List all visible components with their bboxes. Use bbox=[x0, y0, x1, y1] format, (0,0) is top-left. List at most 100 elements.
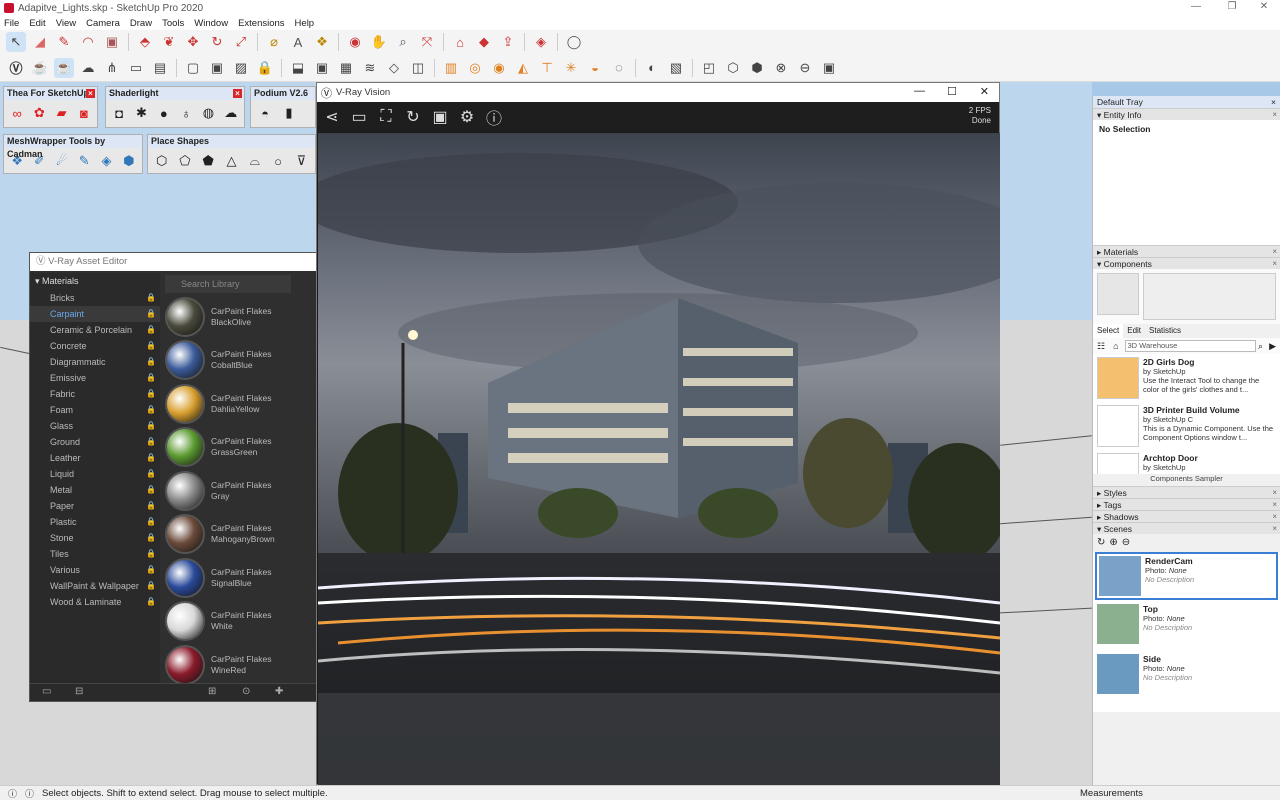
light-gen-icon[interactable]: ◌ bbox=[609, 58, 629, 78]
info-icon[interactable]: ⓘ bbox=[25, 787, 34, 800]
tab-statistics[interactable]: Statistics bbox=[1145, 324, 1185, 338]
fit-view-icon[interactable]: ⛶ bbox=[375, 106, 397, 128]
cloud-render-icon[interactable]: ☁ bbox=[78, 58, 98, 78]
maximize-button[interactable]: ☐ bbox=[947, 85, 957, 98]
components-sampler[interactable]: Components Sampler bbox=[1093, 474, 1280, 486]
rotate-tool-icon[interactable]: ↻ bbox=[207, 32, 227, 52]
menu-help[interactable]: Help bbox=[295, 18, 315, 29]
menu-window[interactable]: Window bbox=[194, 18, 228, 29]
material-item[interactable]: CarPaint Flakes GrassGreen bbox=[163, 426, 293, 470]
warehouse-icon[interactable]: ⌂ bbox=[450, 32, 470, 52]
light-bulb-icon[interactable]: ♁ bbox=[177, 103, 195, 123]
close-button[interactable]: ✕ bbox=[1248, 0, 1280, 14]
mesh-brush-icon[interactable]: ✎ bbox=[75, 151, 93, 171]
material-item[interactable]: CarPaint Flakes BlackOlive bbox=[163, 295, 293, 339]
scenes-section[interactable]: ▾ Scenes × bbox=[1093, 522, 1280, 534]
sphere-light-icon[interactable]: ◎ bbox=[465, 58, 485, 78]
settings-icon[interactable]: ✱ bbox=[132, 103, 150, 123]
category-item[interactable]: Glass 🔒 bbox=[30, 418, 160, 434]
share-icon[interactable]: ⋖ bbox=[321, 106, 343, 128]
omni-light-icon[interactable]: ✳ bbox=[561, 58, 581, 78]
follow-me-tool-icon[interactable]: ❦ bbox=[159, 32, 179, 52]
menu-camera[interactable]: Camera bbox=[86, 18, 120, 29]
edit-icon[interactable]: ◍ bbox=[199, 103, 217, 123]
arc-tool-icon[interactable]: ◠ bbox=[78, 32, 98, 52]
lock-camera-icon[interactable]: 🔒 bbox=[255, 58, 275, 78]
shape-cylinder-icon[interactable]: ⌓ bbox=[245, 151, 264, 171]
rect-light-icon[interactable]: ▥ bbox=[441, 58, 461, 78]
right-view-icon[interactable]: ⊗ bbox=[771, 58, 791, 78]
extension-warehouse-icon[interactable]: ◆ bbox=[474, 32, 494, 52]
category-item[interactable]: Stone 🔒 bbox=[30, 530, 160, 546]
info-icon[interactable]: ⓘ bbox=[483, 106, 505, 128]
refresh-icon[interactable]: ↻ bbox=[1097, 537, 1105, 548]
cube-icon[interactable]: ▣ bbox=[312, 58, 332, 78]
podium-browser-icon[interactable]: ▮ bbox=[279, 103, 299, 123]
scale-tool-icon[interactable]: ⤢ bbox=[231, 32, 251, 52]
material-item[interactable]: CarPaint Flakes White bbox=[163, 600, 293, 644]
category-item[interactable]: Leather 🔒 bbox=[30, 450, 160, 466]
dome-light-icon[interactable]: ◉ bbox=[489, 58, 509, 78]
material-item[interactable]: CarPaint Flakes SignalBlue bbox=[163, 556, 293, 600]
list-item[interactable]: Archtop Door by SketchUp bbox=[1093, 450, 1280, 474]
category-item[interactable]: Liquid 🔒 bbox=[30, 466, 160, 482]
rectangle-tool-icon[interactable]: ▣ bbox=[102, 32, 122, 52]
category-item[interactable]: Concrete 🔒 bbox=[30, 338, 160, 354]
close-icon[interactable]: × bbox=[1271, 96, 1276, 108]
pan-tool-icon[interactable]: ✋ bbox=[369, 32, 389, 52]
shape-wedge-icon[interactable]: ⬠ bbox=[175, 151, 194, 171]
category-item[interactable]: Tiles 🔒 bbox=[30, 546, 160, 562]
add-scene-icon[interactable]: ⊕ bbox=[1109, 537, 1117, 548]
open-folder-icon[interactable]: ▭ bbox=[348, 106, 370, 128]
category-item[interactable]: Ground 🔒 bbox=[30, 434, 160, 450]
vray-logo-icon[interactable]: Ⓥ bbox=[6, 58, 26, 78]
ies-light-icon[interactable]: ⊤ bbox=[537, 58, 557, 78]
material-sphere-icon[interactable]: ● bbox=[155, 103, 173, 123]
select-tool-icon[interactable]: ↖ bbox=[6, 32, 26, 52]
grid-view-icon[interactable]: ⊞ bbox=[208, 686, 216, 697]
category-item[interactable]: Paper 🔒 bbox=[30, 498, 160, 514]
list-item[interactable]: 2D Girls Dog by SketchUp Use the Interact … bbox=[1093, 354, 1280, 402]
scene-item[interactable]: Side Photo: None No Description bbox=[1095, 652, 1278, 700]
vray-light-icon[interactable]: ⬓ bbox=[288, 58, 308, 78]
category-item[interactable]: Plastic 🔒 bbox=[30, 514, 160, 530]
render-region-icon[interactable]: ▤ bbox=[150, 58, 170, 78]
tape-measure-icon[interactable]: ⌀ bbox=[264, 32, 284, 52]
left-view-icon[interactable]: ▣ bbox=[819, 58, 839, 78]
viewport-render-icon[interactable]: ▣ bbox=[207, 58, 227, 78]
teapot-render-icon[interactable]: ☕ bbox=[30, 58, 50, 78]
category-item[interactable]: Wood & Laminate 🔒 bbox=[30, 594, 160, 610]
add-material-icon[interactable]: ✚ bbox=[275, 686, 283, 697]
refresh-icon[interactable]: ↻ bbox=[402, 106, 424, 128]
shadows-section[interactable]: ▸ Shadows × bbox=[1093, 510, 1280, 522]
cloud-icon[interactable]: ☁ bbox=[222, 103, 240, 123]
material-item[interactable]: CarPaint Flakes CobaltBlue bbox=[163, 339, 293, 383]
menu-draw[interactable]: Draw bbox=[130, 18, 152, 29]
material-item[interactable]: CarPaint Flakes DahliaYellow bbox=[163, 382, 293, 426]
top-view-icon[interactable]: ⬡ bbox=[723, 58, 743, 78]
list-item[interactable]: 3D Printer Build Volume by SketchUp C This… bbox=[1093, 402, 1280, 450]
orbit-tool-icon[interactable]: ◉ bbox=[345, 32, 365, 52]
shape-box-icon[interactable]: ⬡ bbox=[152, 151, 171, 171]
restore-button[interactable]: ❐ bbox=[1216, 0, 1248, 14]
styles-section[interactable]: ▸ Styles × bbox=[1093, 486, 1280, 498]
close-button[interactable]: ✕ bbox=[980, 85, 989, 98]
category-item[interactable]: Diagrammatic 🔒 bbox=[30, 354, 160, 370]
menu-edit[interactable]: Edit bbox=[29, 18, 45, 29]
interactive-render-icon[interactable]: ☕ bbox=[54, 57, 74, 78]
open-folder-icon[interactable]: ▭ bbox=[42, 686, 51, 697]
scene-item[interactable]: RenderCam Photo: None No Description bbox=[1095, 552, 1278, 600]
tab-edit[interactable]: Edit bbox=[1123, 324, 1145, 338]
category-item[interactable]: Foam 🔒 bbox=[30, 402, 160, 418]
paint-bucket-icon[interactable]: ❖ bbox=[312, 32, 332, 52]
category-item[interactable]: Metal 🔒 bbox=[30, 482, 160, 498]
text-tool-icon[interactable]: A bbox=[288, 32, 308, 52]
thea-camera-icon[interactable]: ◙ bbox=[75, 103, 93, 123]
fur-icon[interactable]: ≋ bbox=[360, 58, 380, 78]
menu-tools[interactable]: Tools bbox=[162, 18, 184, 29]
sphere-preview-icon[interactable]: ⊙ bbox=[242, 686, 250, 697]
shape-cone-icon[interactable]: ⊽ bbox=[292, 151, 311, 171]
vision-icon[interactable]: ⋔ bbox=[102, 58, 122, 78]
home-icon[interactable]: ⌂ bbox=[1113, 341, 1118, 351]
scene-item[interactable]: Top Photo: None No Description bbox=[1095, 602, 1278, 650]
